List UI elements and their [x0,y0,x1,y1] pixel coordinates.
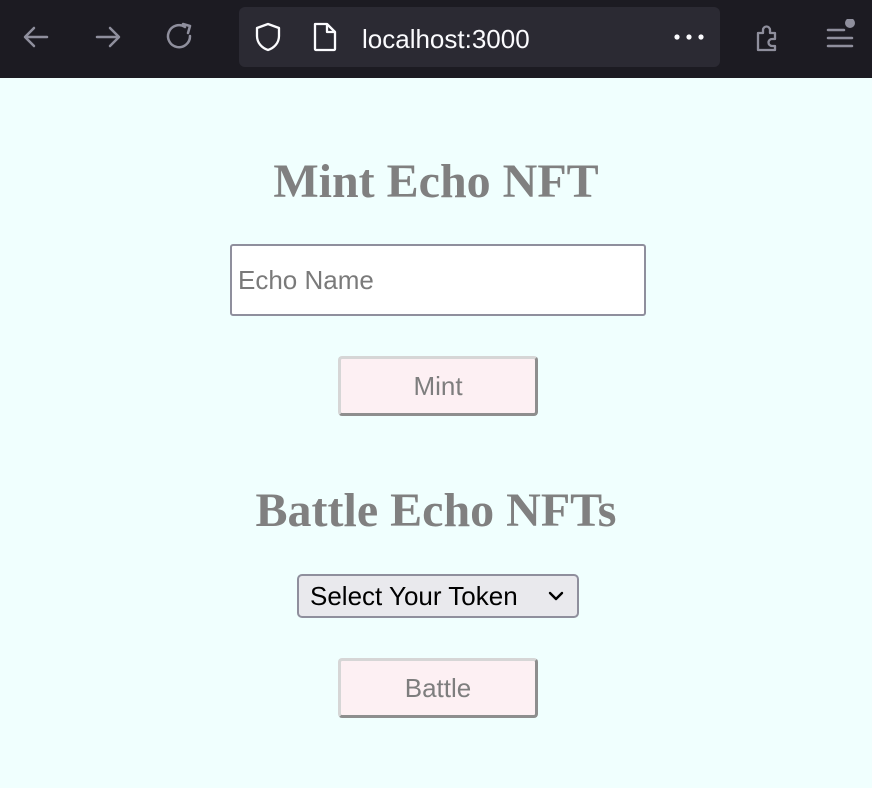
shield-icon[interactable] [252,21,284,53]
hamburger-menu-icon [826,19,855,48]
echo-name-input[interactable] [230,244,646,316]
page-icon [313,22,337,52]
forward-button[interactable] [90,19,126,55]
url-bar[interactable]: localhost:3000 [239,7,720,67]
menu-button[interactable] [822,19,858,55]
page-content: Mint Echo NFT Mint Battle Echo NFTs Sele… [0,78,872,788]
mint-button[interactable]: Mint [338,356,538,416]
token-select[interactable]: Select Your Token [297,574,579,618]
chevron-down-icon [548,591,564,601]
mint-heading: Mint Echo NFT [273,155,599,208]
puzzle-icon [756,25,777,52]
browser-toolbar: localhost:3000 [0,0,872,78]
arrow-left-icon [23,26,49,48]
reload-button[interactable] [162,19,198,55]
token-select-value: Select Your Token [310,580,518,611]
more-icon[interactable] [672,31,706,43]
extensions-button[interactable] [750,19,786,55]
reload-icon [166,22,192,49]
url-text[interactable]: localhost:3000 [362,25,530,53]
back-button[interactable] [18,19,54,55]
battle-button[interactable]: Battle [338,658,538,718]
battle-heading: Battle Echo NFTs [255,484,617,537]
arrow-right-icon [95,26,121,48]
